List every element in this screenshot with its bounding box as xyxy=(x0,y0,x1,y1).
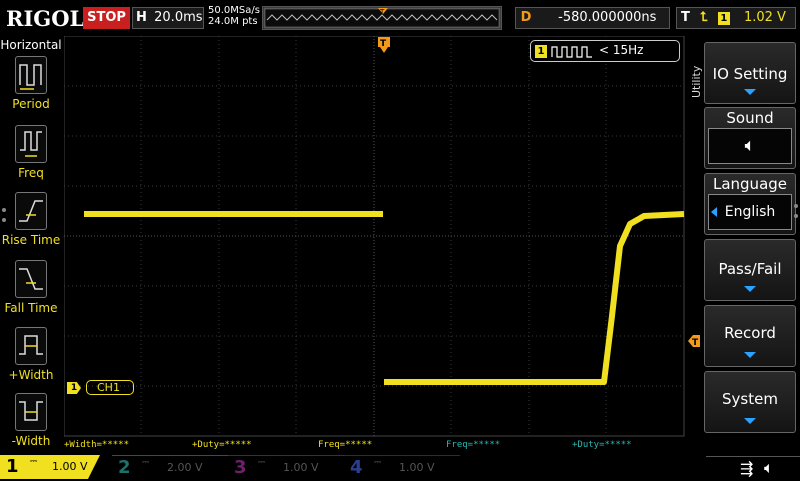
timebase-value: 20.0ms xyxy=(154,10,203,25)
usb-icon: ⇶ xyxy=(740,459,754,478)
ch3-number: 3 xyxy=(234,457,247,478)
dc-coupling-icon: ⎓ xyxy=(142,458,150,468)
trigger-letter: T xyxy=(681,10,690,25)
ch2-tab[interactable]: 2 ⎓ 2.00 V xyxy=(112,455,228,480)
horizontal-letter: H xyxy=(136,10,147,25)
trigger-indicator[interactable]: T ⮤ 1 1.02 V xyxy=(676,7,796,29)
rise-time-label: Rise Time xyxy=(1,233,61,247)
square-wave-icon xyxy=(551,46,592,58)
right-knob-indicator xyxy=(794,214,798,218)
pass-fail-label: Pass/Fail xyxy=(718,260,782,278)
chevron-down-icon xyxy=(744,89,756,95)
period-icon xyxy=(15,56,47,94)
trigger-level-marker[interactable]: T xyxy=(688,332,700,348)
language-value-box: English xyxy=(708,194,792,230)
ch1-number: 1 xyxy=(6,456,19,477)
trigger-level: 1.02 V xyxy=(743,10,786,25)
language-value: English xyxy=(724,204,776,220)
left-knob-indicator xyxy=(2,208,6,212)
measurement-item[interactable]: Freq=***** xyxy=(318,438,372,452)
acquisition-info: 50.0MSa/s 24.0M pts xyxy=(208,5,260,27)
menu-title: Horizontal xyxy=(0,38,62,52)
sound-label: Sound xyxy=(726,109,774,127)
record-label: Record xyxy=(724,324,776,342)
measure-period[interactable]: Period xyxy=(0,56,62,122)
language-button[interactable]: Language English xyxy=(704,173,796,235)
frequency-icon xyxy=(15,125,47,163)
memory-waveform-overview: T xyxy=(263,7,501,29)
measure-rise-time[interactable]: Rise Time xyxy=(0,192,62,258)
ch4-tab[interactable]: 4 ⎓ 1.00 V xyxy=(344,455,460,480)
freq-counter-value: < 15Hz xyxy=(599,43,644,57)
chevron-down-icon xyxy=(744,352,756,358)
measure-negative-width[interactable]: -Width xyxy=(0,393,62,459)
frequency-counter-badge[interactable]: 1 < 15Hz xyxy=(530,40,680,62)
trigger-position-icon: T xyxy=(378,37,390,57)
chevron-down-icon xyxy=(744,286,756,292)
right-knob-indicator xyxy=(794,204,798,208)
horizontal-measure-menu: Horizontal Period Freq Rise Time Fall Ti… xyxy=(0,36,62,456)
run-stop-button[interactable]: STOP xyxy=(83,7,130,29)
measurement-item[interactable]: +Duty=***** xyxy=(572,438,632,452)
measurement-results: +Width=***** +Duty=***** Freq=***** Freq… xyxy=(64,438,704,452)
left-knob-indicator xyxy=(2,218,6,222)
dc-coupling-icon: ⎓ xyxy=(258,458,266,468)
io-setting-button[interactable]: IO Setting xyxy=(704,42,796,104)
memory-overview-bar[interactable]: T xyxy=(262,6,502,30)
positive-width-label: +Width xyxy=(8,368,54,382)
record-button[interactable]: Record xyxy=(704,305,796,367)
language-label: Language xyxy=(712,175,788,193)
speaker-icon: 🔈︎ xyxy=(764,458,774,477)
rise-time-icon xyxy=(15,192,47,230)
measurement-item[interactable]: Freq=***** xyxy=(446,438,500,452)
measure-fall-time[interactable]: Fall Time xyxy=(0,260,62,326)
memory-depth: 24.0M pts xyxy=(208,16,258,27)
rigol-logo: RIGOL xyxy=(6,6,85,31)
utility-menu-title: Utility xyxy=(690,65,703,98)
graticule xyxy=(63,35,685,437)
ch1-label-tag: CH1 xyxy=(86,380,134,395)
trigger-source: 1 xyxy=(717,12,730,25)
freq-label: Freq xyxy=(18,166,44,180)
fall-time-label: Fall Time xyxy=(4,301,58,315)
sample-rate: 50.0MSa/s xyxy=(208,5,260,16)
edge-trigger-icon: ⮤ xyxy=(700,10,708,25)
negative-width-icon xyxy=(15,393,47,431)
waveform-display[interactable] xyxy=(63,35,704,438)
measure-positive-width[interactable]: +Width xyxy=(0,327,62,393)
svg-text:T: T xyxy=(379,8,385,16)
ch3-tab[interactable]: 3 ⎓ 1.00 V xyxy=(228,455,344,480)
ch4-scale: 1.00 V xyxy=(399,461,435,474)
ch1-tab[interactable]: 1 ⎓ 1.00 V xyxy=(0,455,100,479)
svg-text:T: T xyxy=(692,338,699,347)
ch4-number: 4 xyxy=(350,457,363,478)
ch2-scale: 2.00 V xyxy=(167,461,203,474)
measurement-item[interactable]: +Width=***** xyxy=(64,438,129,452)
sound-button[interactable]: Sound 🔈︎ xyxy=(704,107,796,169)
horizontal-delay-indicator[interactable]: D -580.000000ns xyxy=(515,7,670,29)
fall-time-icon xyxy=(15,260,47,298)
system-status-area: ⇶ 🔈︎ xyxy=(706,456,800,481)
timebase-indicator[interactable]: H 20.0ms xyxy=(132,7,204,29)
measure-frequency[interactable]: Freq xyxy=(0,125,62,191)
period-label: Period xyxy=(12,97,50,111)
system-label: System xyxy=(722,390,778,408)
delay-letter: D xyxy=(520,10,532,25)
io-setting-label: IO Setting xyxy=(712,65,788,83)
chevron-down-icon xyxy=(744,418,756,424)
dc-coupling-icon: ⎓ xyxy=(374,458,382,468)
delay-value: -580.000000ns xyxy=(558,10,657,25)
measurement-item[interactable]: +Duty=***** xyxy=(192,438,252,452)
ch3-scale: 1.00 V xyxy=(283,461,319,474)
ch2-number: 2 xyxy=(118,457,131,478)
system-button[interactable]: System xyxy=(704,371,796,433)
speaker-icon: 🔈︎ xyxy=(708,128,792,164)
pass-fail-button[interactable]: Pass/Fail xyxy=(704,239,796,301)
negative-width-label: -Width xyxy=(11,434,51,448)
positive-width-icon xyxy=(15,327,47,365)
freq-counter-channel: 1 xyxy=(535,45,547,58)
ch1-scale: 1.00 V xyxy=(52,460,88,473)
